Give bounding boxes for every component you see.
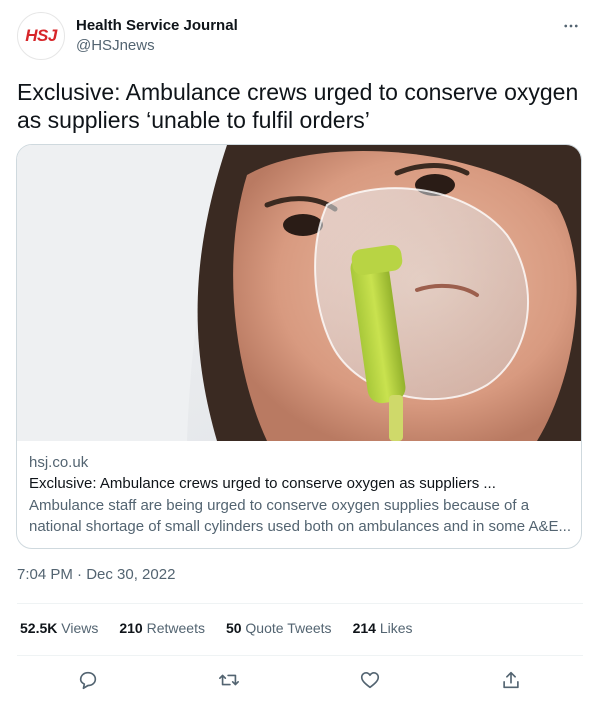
heart-icon[interactable]: [357, 667, 383, 693]
author-names: Health Service Journal @HSJnews: [76, 16, 238, 56]
reply-icon[interactable]: [75, 667, 101, 693]
views-stat[interactable]: 52.5K Views: [20, 620, 98, 636]
likes-stat[interactable]: 214 Likes: [353, 620, 413, 636]
tweet-timestamp[interactable]: 7:04 PM · Dec 30, 2022: [17, 566, 175, 583]
share-icon[interactable]: [498, 667, 524, 693]
author-display-name[interactable]: Health Service Journal: [76, 16, 238, 36]
more-horizontal-icon[interactable]: [561, 16, 581, 36]
action-bar: [17, 664, 583, 696]
link-card[interactable]: hsj.co.uk Exclusive: Ambulance crews urg…: [16, 144, 582, 549]
card-title[interactable]: Exclusive: Ambulance crews urged to cons…: [29, 473, 571, 495]
tweet-text: Exclusive: Ambulance crews urged to cons…: [17, 79, 579, 133]
likes-count: 214: [352, 620, 376, 636]
retweets-count: 210: [119, 620, 143, 636]
card-description: Ambulance staff are being urged to conse…: [29, 497, 571, 535]
views-count: 52.5K: [20, 620, 58, 636]
tweet-header: HSJ Health Service Journal @HSJnews: [17, 12, 583, 62]
engagement-stats: 52.5K Views 210 Retweets 50 Quote Tweets…: [20, 620, 580, 636]
retweets-stat[interactable]: 210 Retweets: [119, 620, 205, 636]
avatar-logo-text: HSJ: [25, 26, 57, 45]
retweet-icon[interactable]: [216, 667, 242, 693]
quote-tweets-count: 50: [225, 620, 242, 636]
avatar[interactable]: HSJ: [17, 12, 65, 60]
card-domain: hsj.co.uk: [29, 454, 89, 471]
card-body: hsj.co.uk Exclusive: Ambulance crews urg…: [29, 453, 571, 537]
card-image[interactable]: [17, 145, 581, 441]
author-handle[interactable]: @HSJnews: [76, 36, 238, 56]
likes-label: Likes: [379, 620, 413, 636]
divider: [17, 603, 583, 604]
retweets-label: Retweets: [146, 620, 205, 636]
quote-tweets-label: Quote Tweets: [245, 620, 332, 636]
quote-tweets-stat[interactable]: 50 Quote Tweets: [226, 620, 332, 636]
views-label: Views: [61, 620, 99, 636]
divider: [17, 655, 583, 656]
